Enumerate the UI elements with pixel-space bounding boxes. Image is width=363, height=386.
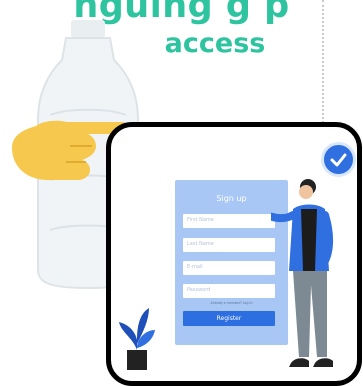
email-field[interactable]: E-mail	[183, 261, 275, 275]
register-button[interactable]: Register	[183, 311, 275, 326]
last-name-field[interactable]: Last Name	[183, 238, 275, 252]
field-placeholder: E-mail	[187, 264, 203, 270]
first-name-field[interactable]: First Name	[183, 214, 275, 228]
check-badge-icon	[321, 142, 356, 177]
potted-plant	[119, 308, 155, 370]
field-placeholder: Password	[187, 287, 211, 293]
field-placeholder: First Name	[187, 217, 214, 223]
field-placeholder: Last Name	[187, 241, 214, 247]
person-illustration	[271, 179, 334, 367]
header-access-text: access	[164, 28, 266, 59]
password-field[interactable]: Password	[183, 284, 275, 298]
